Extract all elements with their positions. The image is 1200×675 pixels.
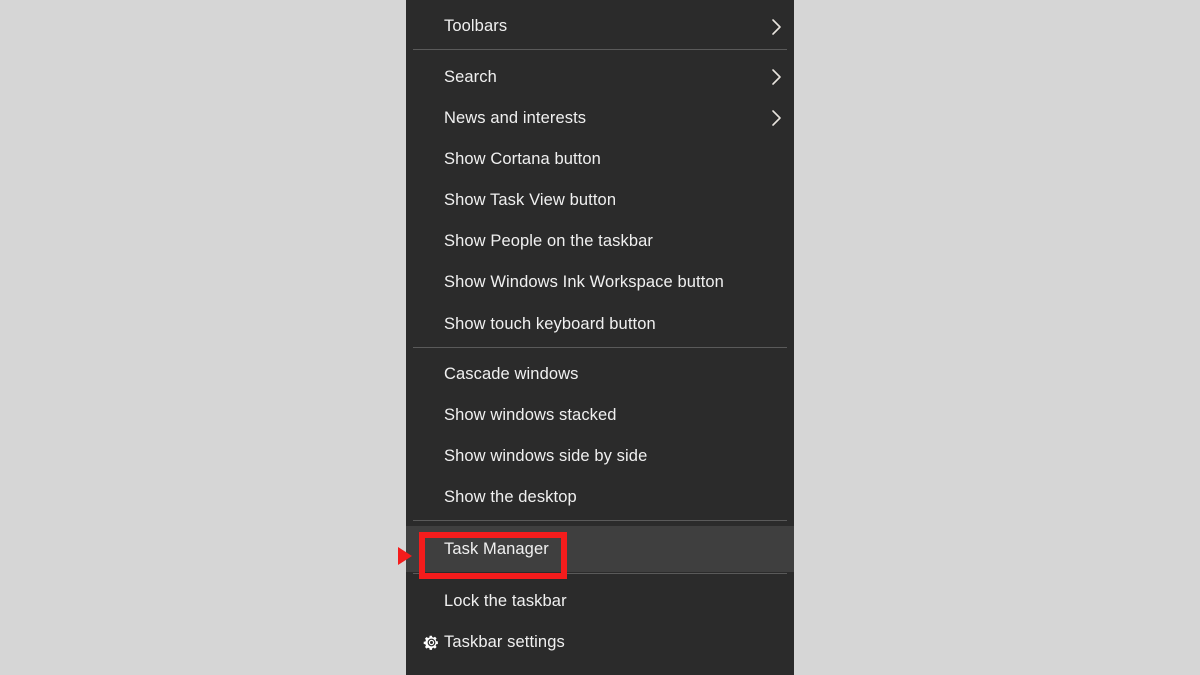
menu-item-label: Toolbars [444,17,508,36]
menu-group-settings: Lock the taskbar Taskbar settings [406,574,794,662]
menu-item-label: Cascade windows [444,364,579,383]
menu-item-show-cortana-button[interactable]: Show Cortana button [406,139,794,180]
menu-group-taskbar-toggles: Search News and interests Show Cortana b… [406,50,794,346]
menu-item-toolbars[interactable]: Toolbars [406,6,794,47]
menu-item-show-windows-ink-workspace-button[interactable]: Show Windows Ink Workspace button [406,262,794,303]
menu-item-label: Lock the taskbar [444,591,567,610]
menu-group-window-arrangement: Cascade windows Show windows stacked Sho… [406,348,794,521]
menu-item-cascade-windows[interactable]: Cascade windows [406,354,794,395]
menu-item-label: Search [444,67,497,86]
menu-item-label: Show windows stacked [444,406,617,425]
menu-item-label: Show Task View button [444,191,617,210]
menu-item-label: Show People on the taskbar [444,232,653,251]
menu-group-task-manager: Task Manager [406,521,794,573]
taskbar-context-menu: Toolbars Search News and interests Show … [406,0,794,675]
menu-item-label: Show the desktop [444,488,577,507]
menu-item-show-the-desktop[interactable]: Show the desktop [406,477,794,518]
menu-item-label: News and interests [444,108,587,127]
menu-item-label: Show windows side by side [444,447,648,466]
menu-item-news-and-interests[interactable]: News and interests [406,97,794,138]
menu-item-label: Task Manager [444,540,549,558]
menu-item-show-touch-keyboard-button[interactable]: Show touch keyboard button [406,303,794,344]
menu-item-label: Show Windows Ink Workspace button [444,273,724,292]
menu-item-search[interactable]: Search [406,56,794,97]
gear-icon [418,634,444,651]
menu-item-label: Show touch keyboard button [444,314,656,333]
chevron-right-icon [770,67,784,87]
menu-item-show-windows-stacked[interactable]: Show windows stacked [406,395,794,436]
menu-item-label: Taskbar settings [444,632,565,651]
chevron-right-icon [770,17,784,37]
menu-item-lock-the-taskbar[interactable]: Lock the taskbar [406,580,794,621]
menu-item-label: Show Cortana button [444,149,601,168]
menu-item-show-people-on-the-taskbar[interactable]: Show People on the taskbar [406,221,794,262]
chevron-right-icon [770,108,784,128]
menu-item-task-manager[interactable]: Task Manager [406,526,794,573]
menu-item-taskbar-settings[interactable]: Taskbar settings [406,621,794,662]
menu-item-show-task-view-button[interactable]: Show Task View button [406,180,794,221]
menu-item-show-windows-side-by-side[interactable]: Show windows side by side [406,436,794,477]
menu-group-toolbars: Toolbars [406,0,794,49]
